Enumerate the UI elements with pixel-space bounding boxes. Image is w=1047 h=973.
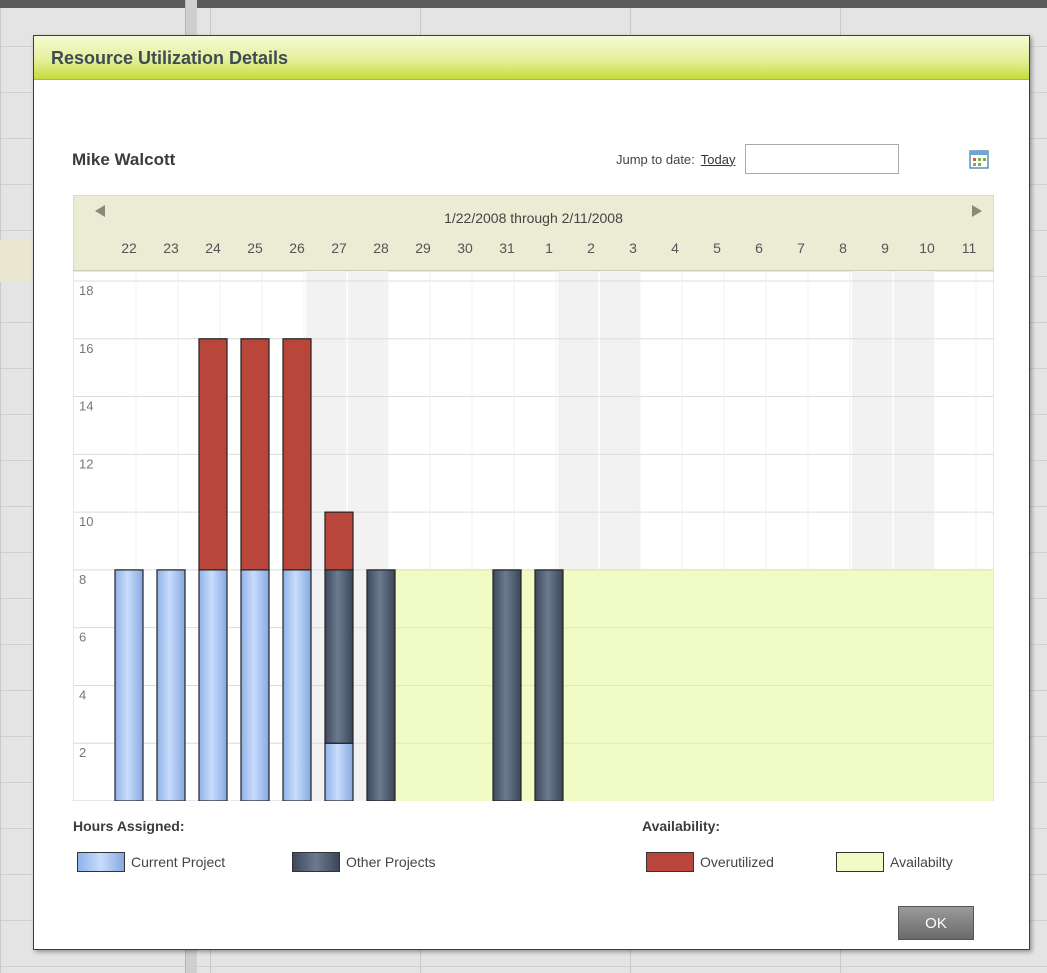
bar-other-projects (492, 569, 522, 801)
utilization-chart: 2 4 6 8 10 12 14 16 18 1/22/2008 through 2/11/200… (73, 195, 994, 801)
dialog-title: Resource Utilization Details (51, 48, 289, 68)
availability-heading: Availability: (642, 818, 721, 834)
x-tick-label: 6 (755, 240, 763, 256)
legend-label-availability: Availabilty (890, 854, 953, 870)
hours-assigned-heading: Hours Assigned: (73, 818, 185, 834)
y-tick-label: 14 (79, 399, 93, 414)
jump-to-date-label: Jump to date: (616, 151, 695, 167)
current-project-swatch (77, 852, 125, 872)
y-tick-label: 16 (79, 341, 93, 356)
x-tick-label: 23 (163, 240, 179, 256)
calendar-icon[interactable] (969, 149, 989, 169)
bar-current-project (324, 742, 354, 801)
x-tick-label: 22 (121, 240, 137, 256)
date-range-label: 1/22/2008 through 2/11/2008 (444, 210, 623, 226)
jump-to-date: Jump to date: Today (616, 144, 900, 174)
bar-current-project (282, 569, 312, 801)
today-link[interactable]: Today (701, 152, 736, 167)
bar-other-projects (534, 569, 564, 801)
legend-overutilized: Overutilized (646, 852, 774, 872)
legend-label-overutilized: Overutilized (700, 854, 774, 870)
x-tick-label: 4 (671, 240, 679, 256)
bar-current-project (240, 569, 270, 801)
y-tick-label: 2 (79, 745, 86, 760)
bar-overutilized (282, 338, 312, 571)
legend-other-projects: Other Projects (292, 852, 435, 872)
x-tick-label: 8 (839, 240, 847, 256)
x-tick-label: 7 (797, 240, 805, 256)
x-tick-label: 27 (331, 240, 347, 256)
other-projects-swatch (292, 852, 340, 872)
legend-label-current-project: Current Project (131, 854, 226, 870)
x-tick-label: 29 (415, 240, 431, 256)
dialog-header: Resource Utilization Details (34, 36, 1029, 80)
x-tick-label: 1 (545, 240, 553, 256)
y-tick-label: 12 (79, 456, 93, 471)
legend-label-other-projects: Other Projects (346, 854, 436, 870)
x-tick-label: 26 (289, 240, 305, 256)
x-tick-label: 9 (881, 240, 889, 256)
bar-current-project (114, 569, 144, 801)
x-tick-label: 28 (373, 240, 389, 256)
x-tick-label: 30 (457, 240, 473, 256)
x-tick-label: 3 (629, 240, 637, 256)
availability-swatch (836, 852, 884, 872)
bar-current-project (156, 569, 186, 801)
resource-name: Mike Walcott (72, 150, 176, 169)
x-tick-label: 25 (247, 240, 263, 256)
y-tick-label: 6 (79, 630, 86, 645)
bar-current-project (198, 569, 228, 801)
bar-overutilized (198, 338, 228, 571)
chart-date-header (73, 195, 994, 272)
x-tick-label: 24 (205, 240, 221, 256)
y-tick-label: 8 (79, 572, 86, 587)
chart-svg: 246810121416181/22/2008 through 2/11/200… (73, 195, 994, 801)
y-tick-label: 4 (79, 687, 86, 702)
bar-overutilized (324, 511, 354, 571)
x-tick-label: 2 (587, 240, 595, 256)
legend-availability: Availabilty (836, 852, 953, 872)
bar-overutilized (240, 338, 270, 571)
x-tick-label: 31 (499, 240, 515, 256)
resource-utilization-dialog: Resource Utilization Details Mike Walcot… (33, 35, 1030, 950)
legend-current-project: Current Project (77, 852, 225, 872)
y-tick-label: 10 (79, 514, 93, 529)
bar-other-projects (366, 569, 396, 801)
x-tick-label: 10 (919, 240, 935, 256)
bar-other-projects (324, 569, 354, 744)
background-selected-row (0, 240, 32, 282)
background-top-bar (0, 0, 1047, 8)
x-tick-label: 5 (713, 240, 721, 256)
overutilized-swatch (646, 852, 694, 872)
jump-date-input[interactable] (745, 144, 900, 174)
ok-button[interactable]: OK (898, 906, 974, 940)
x-tick-label: 11 (962, 240, 977, 256)
y-tick-label: 18 (79, 283, 93, 298)
